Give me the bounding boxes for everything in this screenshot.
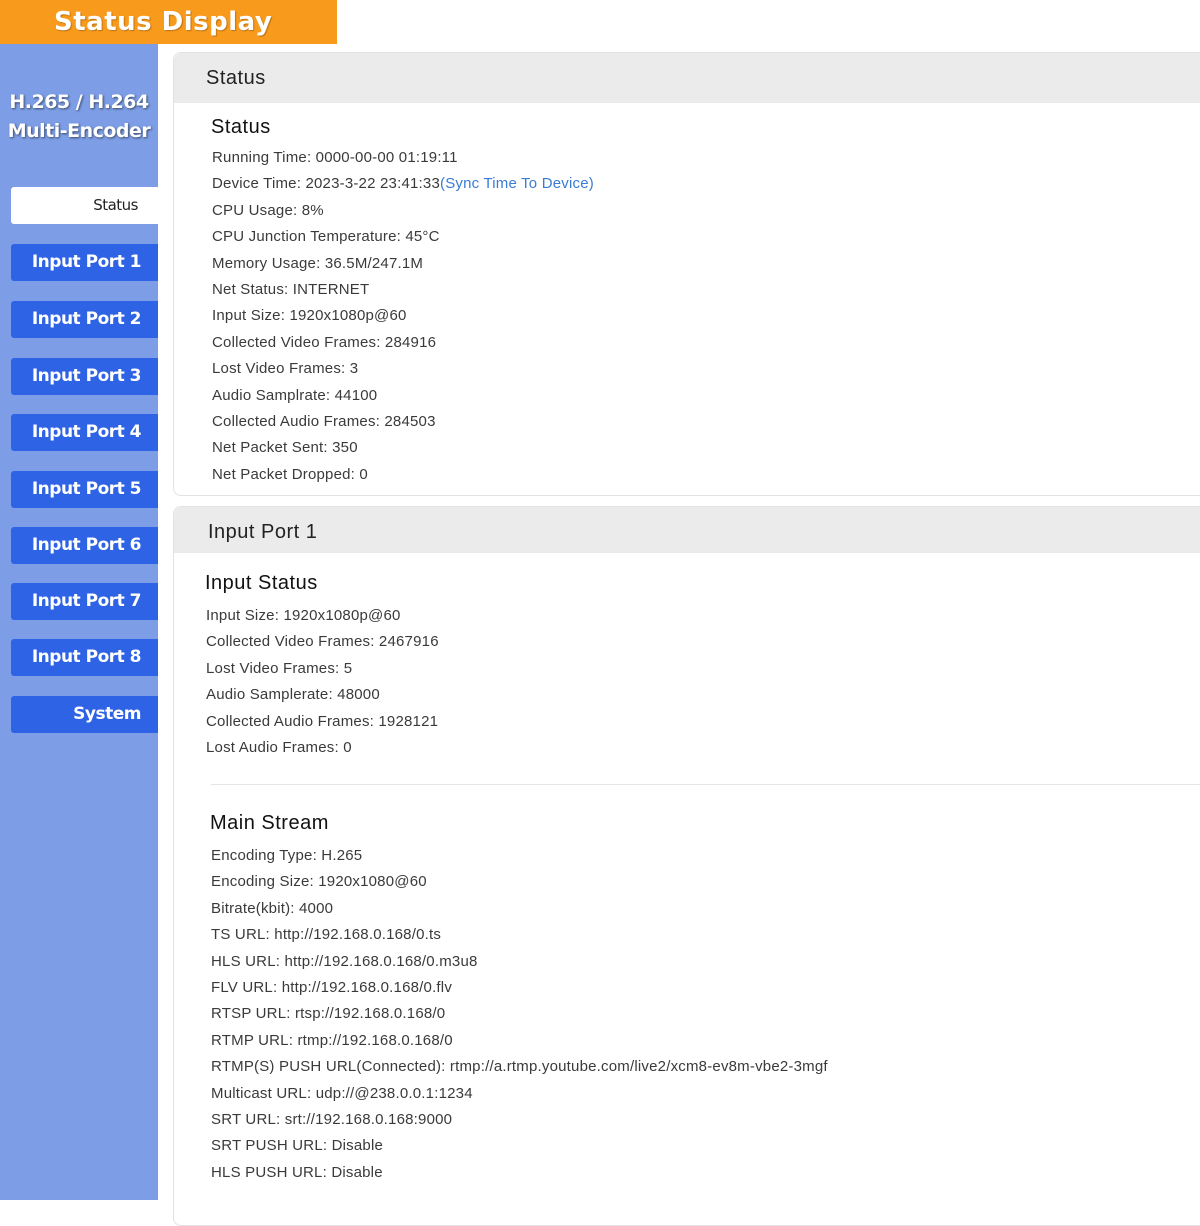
- bitrate: Bitrate(kbit): 4000: [211, 900, 334, 917]
- sidebar-item-input-port-7[interactable]: Input Port 7: [11, 583, 158, 620]
- sidebar-item-system[interactable]: System: [11, 696, 158, 733]
- device-time-row: Device Time: 2023-3-22 23:41:33(Sync Tim…: [212, 175, 594, 192]
- sidebar-item-input-port-1[interactable]: Input Port 1: [11, 244, 158, 281]
- collected-audio-frames: Collected Audio Frames: 284503: [212, 413, 436, 430]
- hls-url: HLS URL: http://192.168.0.168/0.m3u8: [211, 953, 478, 970]
- multicast-url: Multicast URL: udp://@238.0.0.1:1234: [211, 1085, 473, 1102]
- status-section-title: Status: [211, 116, 271, 138]
- input-port-panel-header: Input Port 1: [174, 507, 1200, 553]
- audio-samplerate: Audio Samplrate: 44100: [212, 387, 378, 404]
- memory-usage: Memory Usage: 36.5M/247.1M: [212, 255, 424, 272]
- lost-audio-frames: Lost Audio Frames: 0: [206, 739, 352, 756]
- sidebar-item-input-port-3[interactable]: Input Port 3: [11, 358, 158, 395]
- audio-samplerate: Audio Samplerate: 48000: [206, 686, 380, 703]
- device-name: H.265 / H.264 Multi-Encoder: [0, 88, 158, 146]
- input-port-panel: Input Port 1 Input Status Input Size: 19…: [173, 506, 1200, 1226]
- collected-video-frames: Collected Video Frames: 2467916: [206, 633, 439, 650]
- hls-push-url: HLS PUSH URL: Disable: [211, 1164, 383, 1181]
- device-time: Device Time: 2023-3-22 23:41:33: [212, 175, 440, 192]
- sidebar-item-input-port-5[interactable]: Input Port 5: [11, 471, 158, 508]
- lost-video-frames: Lost Video Frames: 5: [206, 660, 353, 677]
- status-panel-header: Status: [174, 53, 1200, 103]
- collected-video-frames: Collected Video Frames: 284916: [212, 334, 437, 351]
- sidebar-item-input-port-6[interactable]: Input Port 6: [11, 527, 158, 564]
- flv-url: FLV URL: http://192.168.0.168/0.flv: [211, 979, 453, 996]
- page-banner-title: Status Display: [0, 0, 337, 44]
- srt-push-url: SRT PUSH URL: Disable: [211, 1137, 384, 1154]
- rtmps-push-url: RTMP(S) PUSH URL(Connected): rtmp://a.rt…: [211, 1058, 828, 1075]
- net-packet-sent: Net Packet Sent: 350: [212, 439, 358, 456]
- ts-url: TS URL: http://192.168.0.168/0.ts: [211, 926, 442, 943]
- lost-video-frames: Lost Video Frames: 3: [212, 360, 359, 377]
- input-status-title: Input Status: [205, 572, 318, 594]
- device-name-line1: H.265 / H.264: [9, 91, 149, 113]
- net-status: Net Status: INTERNET: [212, 281, 370, 298]
- srt-url: SRT URL: srt://192.168.0.168:9000: [211, 1111, 453, 1128]
- main-stream-title: Main Stream: [210, 812, 329, 834]
- sidebar-item-input-port-8[interactable]: Input Port 8: [11, 639, 158, 676]
- cpu-temperature: CPU Junction Temperature: 45°C: [212, 228, 440, 245]
- section-divider: [211, 784, 1200, 785]
- device-name-line2: Multi-Encoder: [7, 120, 151, 142]
- status-panel: Status Status Running Time: 0000-00-00 0…: [173, 52, 1200, 496]
- rtmp-url: RTMP URL: rtmp://192.168.0.168/0: [211, 1032, 453, 1049]
- sidebar: H.265 / H.264 Multi-Encoder Status Input…: [0, 44, 158, 1200]
- collected-audio-frames: Collected Audio Frames: 1928121: [206, 713, 439, 730]
- net-packet-dropped: Net Packet Dropped: 0: [212, 466, 368, 483]
- running-time: Running Time: 0000-00-00 01:19:11: [212, 149, 458, 166]
- input-size: Input Size: 1920x1080p@60: [206, 607, 401, 624]
- sidebar-item-input-port-2[interactable]: Input Port 2: [11, 301, 158, 338]
- cpu-usage: CPU Usage: 8%: [212, 202, 324, 219]
- rtsp-url: RTSP URL: rtsp://192.168.0.168/0: [211, 1005, 446, 1022]
- encoding-type: Encoding Type: H.265: [211, 847, 363, 864]
- input-size: Input Size: 1920x1080p@60: [212, 307, 407, 324]
- sync-time-link[interactable]: (Sync Time To Device): [440, 175, 594, 192]
- sidebar-item-status[interactable]: Status: [11, 187, 158, 224]
- sidebar-item-input-port-4[interactable]: Input Port 4: [11, 414, 158, 451]
- encoding-size: Encoding Size: 1920x1080@60: [211, 873, 427, 890]
